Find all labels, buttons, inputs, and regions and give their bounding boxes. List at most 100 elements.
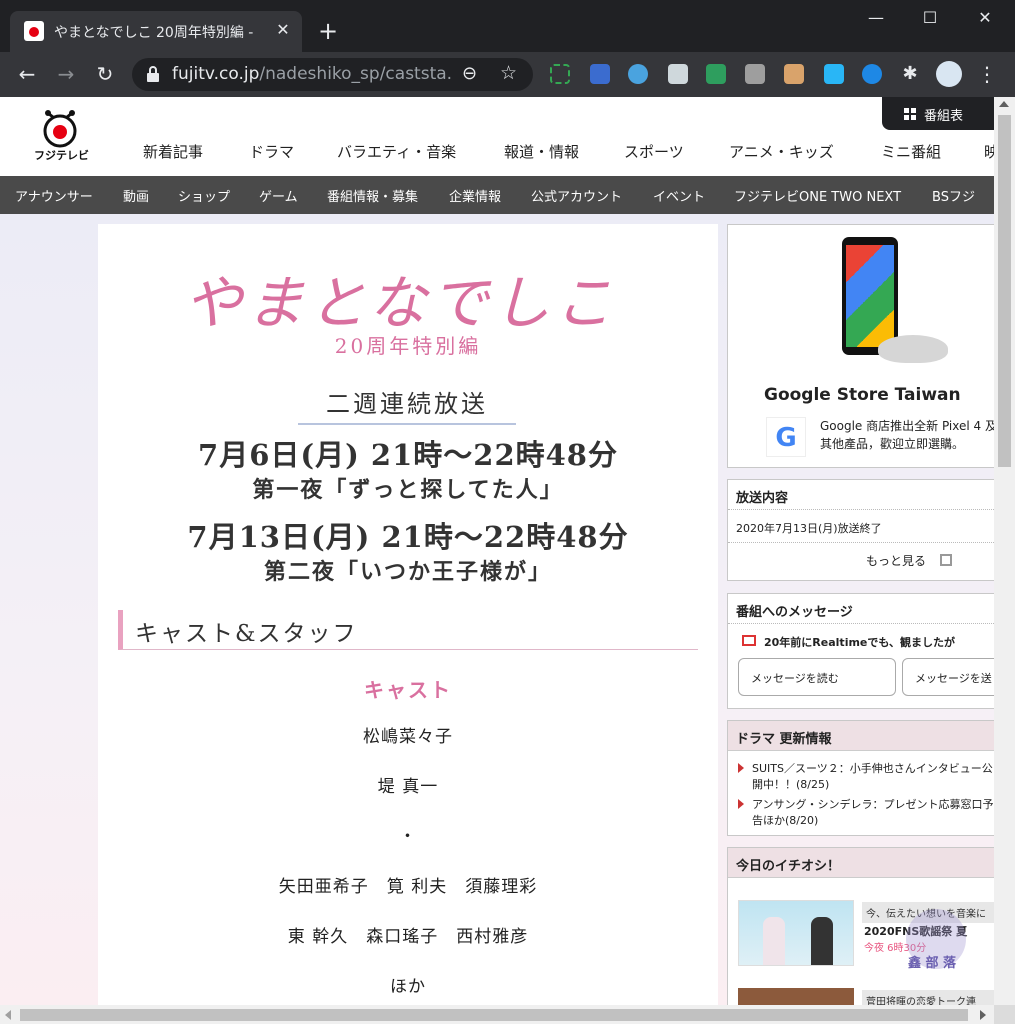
url-text: fujitv.co.jp/nadeshiko_sp/caststa... [172,64,452,84]
cat-extension-icon[interactable] [784,64,804,84]
star-icon[interactable]: ☆ [500,62,522,84]
article: やまとなでしこ 20周年特別編 二週連続放送 7月6日(月) 21時～22時48… [98,224,718,1005]
address-bar[interactable]: fujitv.co.jp/nadeshiko_sp/caststa... ⊖ ☆ [132,58,533,91]
extensions-icon[interactable]: ✱ [900,64,920,84]
google-store-ad[interactable]: Google Store Taiwan G Google 商店推出全新 Pixe… [727,224,994,468]
program-table-button[interactable]: 番組表 [882,97,994,130]
subnav-corporate[interactable]: 企業情報 [449,186,501,205]
drama-news-card: ドラマ 更新情報 SUITS／スーツ２：小手伸也さんインタビュー公開中！！(8/… [727,720,994,836]
subnav-video[interactable]: 動画 [123,186,149,205]
horizontal-scroll-thumb[interactable] [20,1009,968,1021]
share-extension-icon[interactable] [824,64,844,84]
back-icon[interactable]: ← [13,60,41,88]
site-header: フジテレビ 新着記事 ドラマ バラエティ・音楽 報道・情報 スポーツ アニメ・キ… [0,97,994,176]
subnav-bs-fuji[interactable]: BSフジ [932,186,975,205]
subnav-announcer[interactable]: アナウンサー [15,186,93,205]
page-viewport: フジテレビ 新着記事 ドラマ バラエティ・音楽 報道・情報 スポーツ アニメ・キ… [0,97,994,1005]
subnav-fujitv-one-two-next[interactable]: フジテレビONE TWO NEXT [734,186,901,205]
cast-line: ・ [399,827,417,847]
cast-heading: キャスト [364,678,452,702]
broadcast-card-header: 放送内容 [728,480,994,510]
favicon-icon [24,21,44,41]
zoom-icon[interactable]: ⊖ [462,63,484,85]
notes-extension-icon[interactable] [668,64,688,84]
show-title: やまとなでしこ [184,269,617,337]
subnav-program-info[interactable]: 番組情報・募集 [327,186,418,205]
cast-line: 東 幹久 森口瑤子 西村雅彦 [287,927,529,947]
news-card-header: ドラマ 更新情報 [728,721,994,751]
watermark-text: 鑫 部 落 [908,956,957,971]
send-message-button[interactable]: メッセージを送 [902,658,994,696]
vertical-scroll-thumb[interactable] [998,115,1011,467]
pick-card-title: 今日のイチオシ！ [736,859,841,874]
divider [728,542,994,543]
tab-strip: やまとなでしこ 20周年特別編 - ✕ + — ☐ ✕ [0,0,1015,52]
cast-line: 矢田亜希子 筧 利夫 須藤理彩 [278,877,538,897]
horizontal-scrollbar[interactable] [0,1005,994,1024]
broadcast-card-title: 放送内容 [736,491,789,506]
gnav-news[interactable]: 報道・情報 [504,141,579,162]
message-card-title: 番組へのメッセージ [736,605,853,620]
gnav-new-articles[interactable]: 新着記事 [143,141,203,162]
reload-icon[interactable]: ↻ [91,60,119,88]
subnav-game[interactable]: ゲーム [259,186,298,205]
vertical-scrollbar[interactable] [994,97,1015,1005]
pick-thumbnail-2[interactable] [738,988,854,1005]
tab-close-button[interactable]: ✕ [272,19,294,41]
profile-avatar[interactable] [936,61,962,87]
airtime-1: 7月6日(月) 21時～22時48分 [198,438,618,472]
mail-extension-icon[interactable] [706,64,726,84]
maximize-button[interactable]: ☐ [907,0,953,36]
grid-icon [904,108,916,120]
lock-icon [147,66,159,82]
subnav-events[interactable]: イベント [653,186,705,205]
scrollbar-corner [994,1005,1015,1024]
broadcast-date: 2020年7月13日(月)放送終了 [736,522,882,535]
news-item[interactable]: アンサング・シンデレラ：プレゼント応募窓口予告ほか(8/20) [738,797,994,831]
gnav-variety-music[interactable]: バラエティ・音楽 [337,141,456,162]
forward-icon[interactable]: → [52,60,80,88]
scroll-up-arrow-icon[interactable] [999,101,1009,107]
minimize-button[interactable]: — [853,0,899,36]
active-tab[interactable]: やまとなでしこ 20周年特別編 - ✕ [10,11,302,52]
gnav-mini-programs[interactable]: ミニ番組 [881,141,941,162]
subnav-official-accounts[interactable]: 公式アカウント [531,186,622,205]
cast-line: 堤 真一 [377,777,439,797]
code-extension-icon[interactable] [745,64,765,84]
section-heading: キャスト&スタッフ [118,610,698,650]
cast-line: 松嶋菜々子 [363,727,453,747]
send-message-label: メッセージを送 [915,672,992,685]
pick-thumbnail[interactable] [738,900,854,966]
gnav-sports[interactable]: スポーツ [624,141,684,162]
new-tab-button[interactable]: + [314,18,342,46]
read-messages-label: メッセージを読む [751,672,839,685]
news-card-title: ドラマ 更新情報 [736,732,832,747]
news-item-text: SUITS／スーツ２：小手伸也さんインタビュー公開中！！(8/25) [752,762,993,791]
lens-extension-icon[interactable] [862,64,882,84]
search-extension-icon[interactable] [590,64,610,84]
close-window-button[interactable]: ✕ [962,0,1008,36]
airtime-2: 7月13日(月) 21時～22時48分 [187,520,629,554]
news-item[interactable]: SUITS／スーツ２：小手伸也さんインタビュー公開中！！(8/25) [738,761,994,795]
screenshot-extension-icon[interactable] [550,64,570,84]
menu-icon[interactable]: ⋮ [976,61,998,87]
gnav-movies[interactable]: 映 [984,141,994,162]
read-messages-button[interactable]: メッセージを読む [738,658,896,696]
scroll-right-arrow-icon[interactable] [980,1010,986,1020]
more-link[interactable]: もっと見る [866,552,926,569]
cast-line: ほか [390,977,426,997]
gnav-anime-kids[interactable]: アニメ・キッズ [729,141,834,162]
broadcast-label: 二週連続放送 [298,384,516,425]
pick-card-header: 今日のイチオシ！ [728,848,994,878]
more-icon [940,554,952,566]
program-table-label: 番組表 [924,109,964,124]
bullet-icon [738,799,744,809]
news-item-text: アンサング・シンデレラ：プレゼント応募窓口予告ほか(8/20) [752,798,994,827]
scroll-left-arrow-icon[interactable] [5,1010,11,1020]
mail-icon [742,635,756,646]
gnav-drama[interactable]: ドラマ [249,141,294,162]
face-extension-icon[interactable] [628,64,648,84]
subnav-shop[interactable]: ショップ [178,186,230,205]
episode-1-title: 第一夜「ずっと探してた人」 [252,477,564,503]
ad-description: Google 商店推出全新 Pixel 4 及其他產品，歡迎立即選購。 [820,419,994,451]
